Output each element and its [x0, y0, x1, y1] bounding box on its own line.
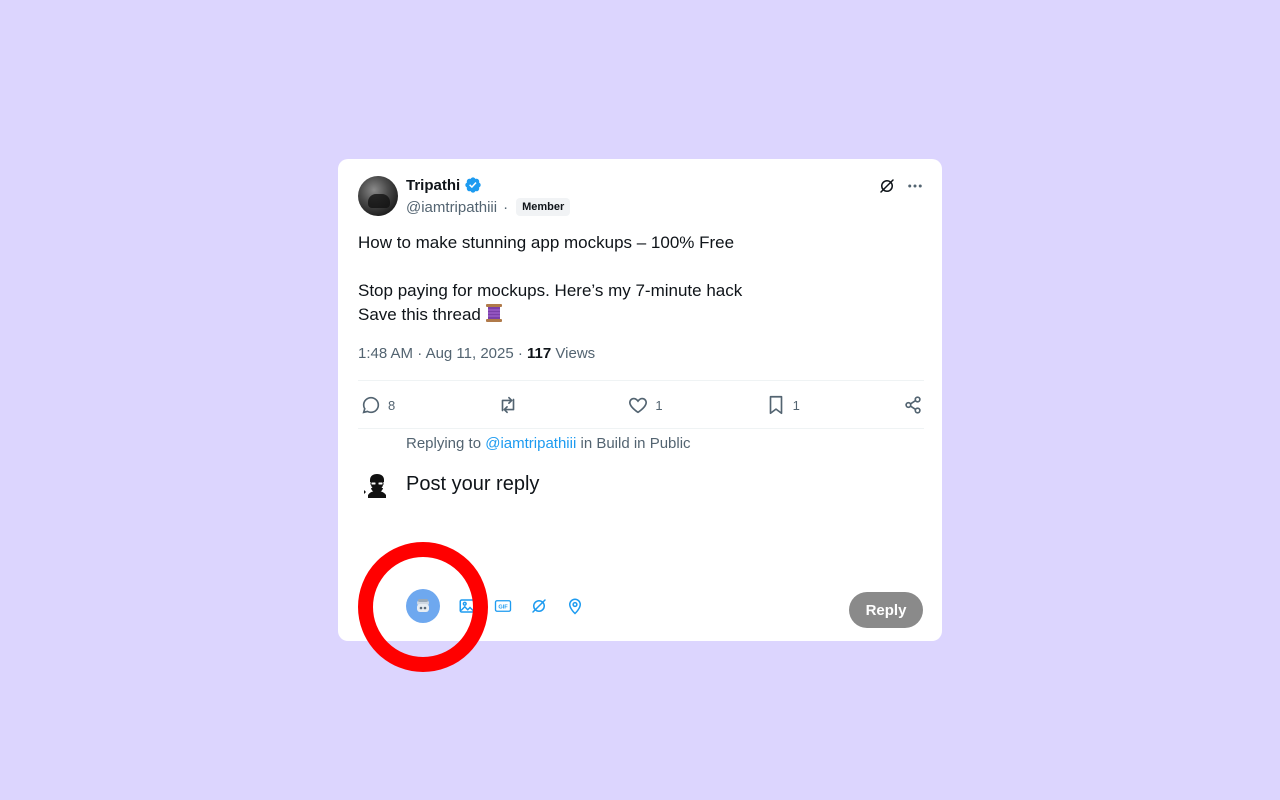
post-body: How to make stunning app mockups – 100% … — [358, 231, 742, 327]
thread-spool-icon — [485, 304, 502, 322]
svg-text:GIF: GIF — [498, 605, 508, 611]
grok-button[interactable] — [406, 589, 440, 623]
bookmark-count: 1 — [792, 397, 800, 413]
verified-badge-icon — [465, 177, 481, 193]
heart-icon — [629, 397, 648, 414]
separator-dot: · — [503, 198, 509, 216]
views-count: 117 — [527, 345, 552, 362]
grok-robot-icon — [417, 599, 429, 612]
author-handle[interactable]: @iamtripathiii — [406, 199, 497, 216]
divider — [358, 380, 924, 381]
author-avatar[interactable] — [358, 176, 398, 216]
image-icon[interactable] — [458, 597, 476, 615]
replying-suffix: in Build in Public — [580, 435, 691, 452]
bookmark-action[interactable]: 1 — [765, 394, 800, 416]
replying-mention[interactable]: @iamtripathiii — [485, 435, 576, 452]
post-line-save-text: Save this thread — [358, 305, 481, 324]
repost-icon — [501, 396, 515, 414]
post-date[interactable]: Aug 11, 2025 — [426, 345, 514, 362]
share-icon — [905, 396, 921, 414]
member-badge[interactable]: Member — [516, 198, 571, 216]
author-name[interactable]: Tripathi — [406, 177, 460, 194]
replying-to: Replying to @iamtripathiii in Build in P… — [406, 435, 691, 452]
like-count: 1 — [655, 397, 663, 413]
meta-separator: · — [517, 345, 528, 362]
like-action[interactable]: 1 — [627, 394, 663, 416]
post-top-actions — [878, 177, 924, 195]
post-line: Stop paying for mockups. Here’s my 7-min… — [358, 281, 743, 300]
post-meta: 1:48 AM · Aug 11, 2025 · 117 Views — [358, 345, 595, 362]
replying-prefix: Replying to — [406, 435, 482, 452]
reply-count: 8 — [388, 397, 396, 413]
meta-separator: · — [417, 345, 426, 362]
post-actions: 8 1 1 — [360, 394, 924, 416]
post-line-save: Save this thread — [358, 303, 742, 327]
location-icon[interactable] — [566, 597, 584, 615]
repost-action[interactable] — [497, 394, 525, 416]
grok-compose-icon[interactable] — [530, 597, 548, 615]
post-headline: How to make stunning app mockups – 100% … — [358, 233, 735, 252]
views-label: Views — [555, 345, 596, 362]
bookmark-icon — [769, 395, 782, 415]
share-action[interactable] — [902, 394, 924, 416]
post-time[interactable]: 1:48 AM — [358, 345, 413, 362]
divider — [358, 428, 924, 429]
gif-icon[interactable]: GIF — [494, 597, 512, 615]
reply-button[interactable]: Reply — [849, 592, 923, 628]
compose-toolbar: GIF — [406, 589, 584, 623]
handle-row: @iamtripathiii · Member — [406, 198, 571, 216]
author-name-row: Tripathi — [406, 176, 482, 194]
reply-action[interactable]: 8 — [360, 394, 395, 416]
grok-icon[interactable] — [878, 177, 896, 195]
reply-input[interactable] — [406, 467, 856, 501]
post-card: Tripathi @iamtripathiii · Member How to … — [338, 159, 942, 641]
reply-icon — [362, 396, 380, 414]
more-icon[interactable] — [906, 177, 924, 195]
my-avatar[interactable] — [362, 471, 392, 501]
